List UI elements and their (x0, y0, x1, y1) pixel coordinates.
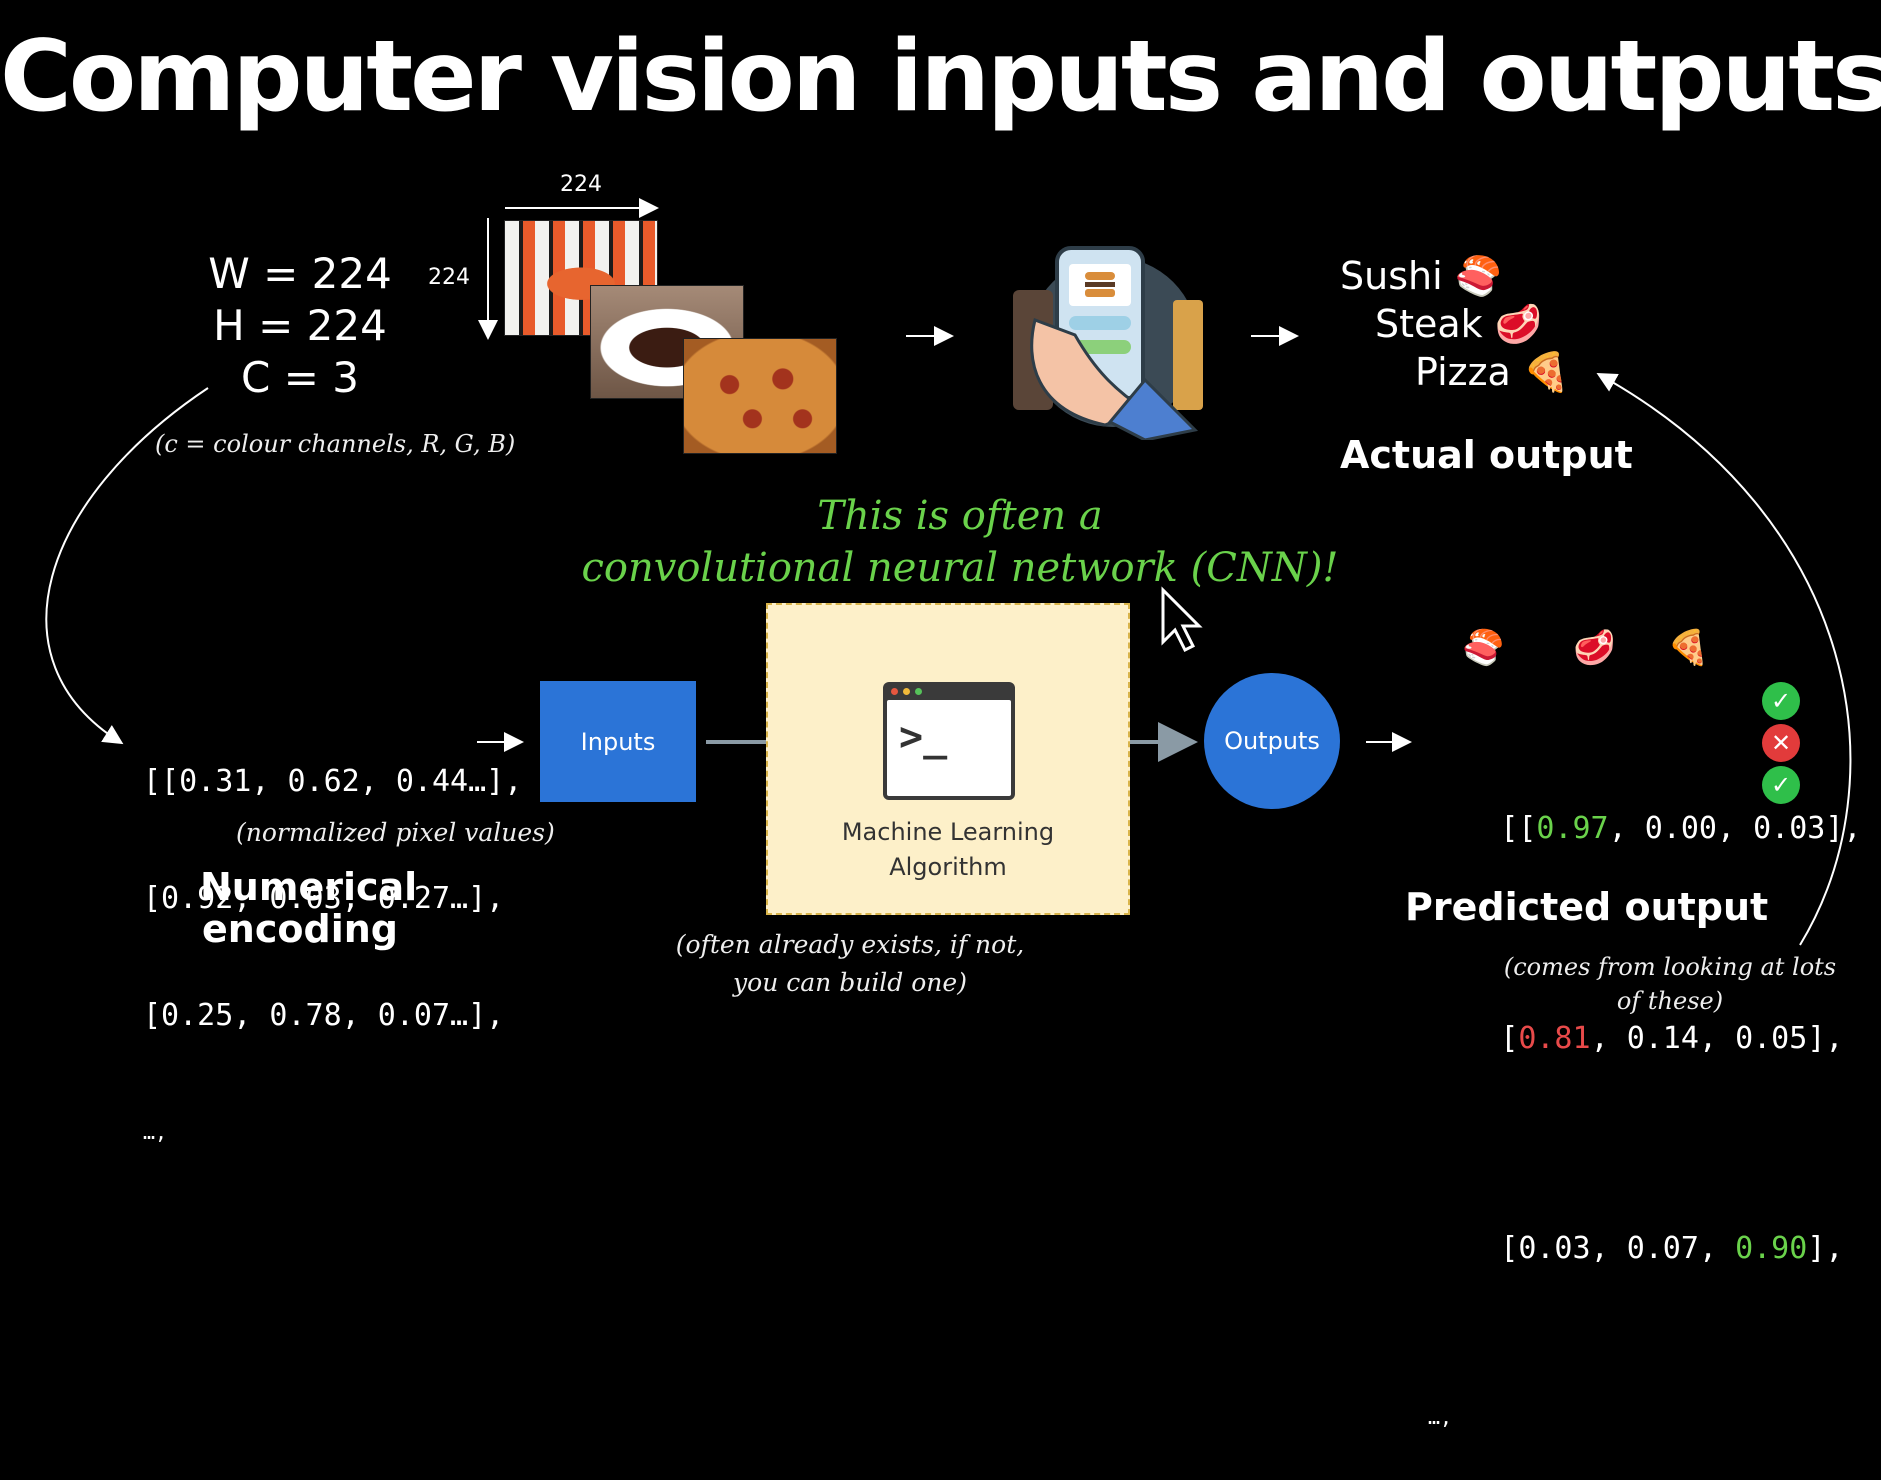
pred-value-correct: 0.97 (1536, 811, 1609, 846)
cnn-note-line2: convolutional neural network (CNN)! (581, 545, 1339, 591)
actual-item-steak: Steak 🥩 (1375, 300, 1570, 348)
actual-output-heading: Actual output (1340, 433, 1633, 477)
pred-value-correct: 0.90 (1735, 1231, 1808, 1266)
terminal-close-dot (891, 688, 898, 695)
pizza-label: Pizza (1415, 350, 1511, 394)
terminal-maximize-dot (915, 688, 922, 695)
predicted-row-ellipsis: …, (1428, 1405, 1453, 1429)
actual-item-sushi: Sushi 🍣 (1340, 252, 1570, 300)
actual-output-list: Sushi 🍣 Steak 🥩 Pizza 🍕 (1340, 252, 1570, 396)
pred-header-sushi-icon: 🍣 (1462, 628, 1505, 668)
terminal-icon: >_ (883, 682, 1015, 800)
phone-app-icon (1013, 246, 1203, 440)
algorithm-note-line1: (often already exists, if not, (675, 930, 1025, 959)
predicted-output-heading: Predicted output (1405, 885, 1769, 929)
algorithm-label: Machine Learning Algorithm (766, 815, 1130, 885)
numerical-encoding-heading-line1: Numerical (200, 865, 418, 909)
cnn-note: This is often a convolutional neural net… (470, 490, 1450, 594)
cnn-note-line1: This is often a (817, 493, 1103, 539)
normalized-note: (normalized pixel values) (236, 818, 555, 847)
terminal-prompt: >_ (887, 700, 1011, 796)
algorithm-label-line2: Algorithm (889, 853, 1007, 881)
pred-header-pizza-icon: 🍕 (1667, 628, 1710, 668)
cross-icon: ✕ (1762, 724, 1800, 762)
mouse-cursor-icon (1161, 586, 1203, 653)
check-icon: ✓ (1762, 682, 1800, 720)
encoding-row: [[0.31, 0.62, 0.44…], (143, 764, 523, 799)
numerical-encoding-heading-line2: encoding (202, 907, 398, 951)
pred-header-steak-icon: 🥩 (1573, 628, 1616, 668)
sushi-icon: 🍣 (1454, 254, 1503, 298)
predicted-row: [0.03, 0.07, 0.90], (1500, 1231, 1844, 1266)
algorithm-note-line2: you can build one) (733, 968, 967, 997)
encoding-row: [0.25, 0.78, 0.07…], (143, 998, 505, 1033)
sushi-label: Sushi (1340, 254, 1443, 298)
predicted-note-line2: of these) (1616, 987, 1724, 1015)
pred-value-wrong: 0.81 (1518, 1021, 1591, 1056)
predicted-note-line1: (comes from looking at lots (1503, 953, 1837, 981)
inputs-box: Inputs (540, 681, 696, 802)
check-icon: ✓ (1762, 766, 1800, 804)
outputs-circle: Outputs (1204, 673, 1340, 809)
algorithm-note: (often already exists, if not, you can b… (640, 926, 1060, 1002)
numerical-encoding-heading: Numerical encoding (200, 865, 418, 951)
encoding-row: …, (143, 1120, 168, 1144)
algorithm-label-line1: Machine Learning (841, 818, 1055, 846)
pizza-photo (683, 338, 837, 454)
steak-label: Steak (1375, 302, 1483, 346)
pizza-icon: 🍕 (1522, 350, 1571, 394)
actual-item-pizza: Pizza 🍕 (1415, 348, 1570, 396)
predicted-output-values: [[0.97, 0.00, 0.03], [0.81, 0.14, 0.05],… (1428, 682, 1862, 1480)
predicted-output-note: (comes from looking at lots of these) (1480, 950, 1860, 1018)
terminal-minimize-dot (903, 688, 910, 695)
steak-icon: 🥩 (1494, 302, 1543, 346)
